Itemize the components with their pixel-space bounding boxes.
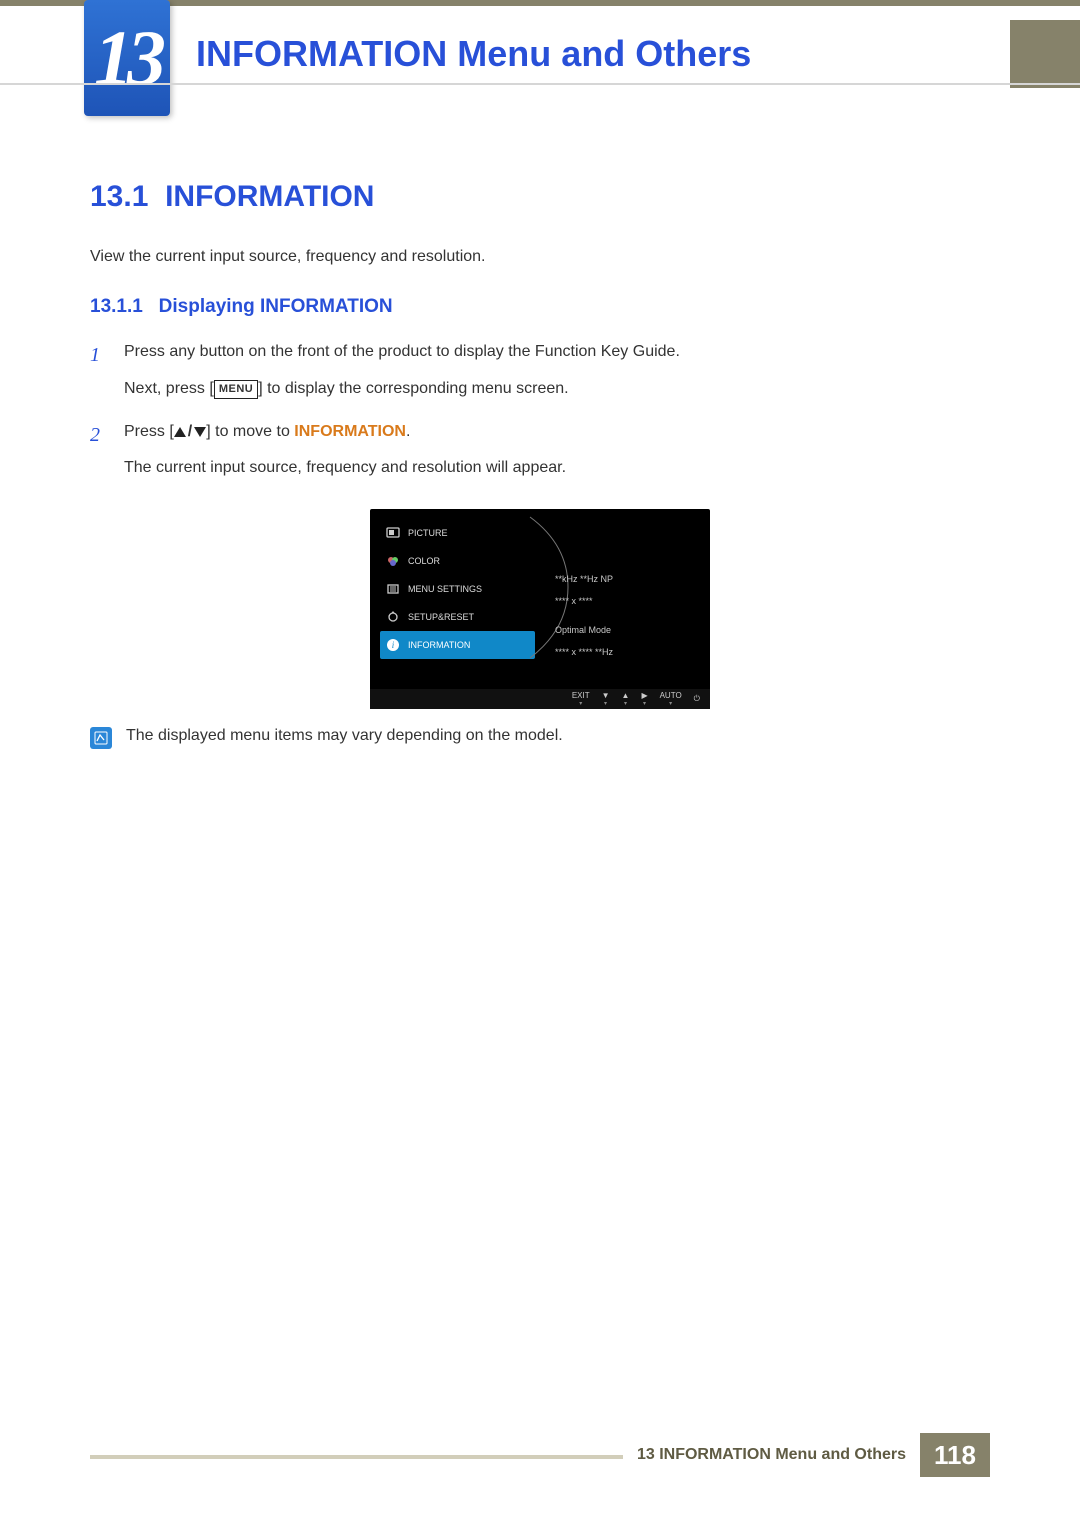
- osd-menu-item-setup-reset: SETUP&RESET: [380, 603, 535, 631]
- osd-menu-label: SETUP&RESET: [408, 612, 474, 622]
- osd-menu-label: COLOR: [408, 556, 440, 566]
- subsection-heading: 13.1.1 Displaying INFORMATION: [90, 296, 990, 318]
- osd-menu-item-information: i INFORMATION: [380, 631, 535, 659]
- osd-menu-list: PICTURE COLOR MENU SETTINGS SETUP&RESET …: [380, 519, 535, 659]
- step-number: 1: [90, 340, 106, 402]
- slash: /: [186, 423, 194, 440]
- osd-footer-enter: ▶▾: [641, 692, 647, 707]
- setup-reset-icon: [386, 610, 400, 624]
- header-divider: [0, 83, 1080, 85]
- step-line: Next, press [MENU] to display the corres…: [124, 377, 990, 402]
- page-number-badge: 118: [920, 1433, 990, 1477]
- step-row: 2 Press [ / ] to move to INFORMATION. The …: [90, 420, 990, 482]
- osd-menu-item-color: COLOR: [380, 547, 535, 575]
- osd-menu-item-menu-settings: MENU SETTINGS: [380, 575, 535, 603]
- information-icon: i: [386, 638, 400, 652]
- header-right-cap: [1010, 20, 1080, 88]
- osd-footer-down: ▼▾: [602, 692, 610, 707]
- osd-menu-label: INFORMATION: [408, 640, 470, 650]
- step-body: Press [ / ] to move to INFORMATION. The cu…: [124, 420, 990, 482]
- note-row: The displayed menu items may vary depend…: [90, 727, 990, 749]
- osd-footer-bar: EXIT▾ ▼▾ ▲▾ ▶▾ AUTO▾ ⏻: [370, 689, 710, 709]
- footer-chapter-title: INFORMATION Menu and Others: [659, 1446, 906, 1463]
- text: ] to display the corresponding menu scre…: [258, 380, 568, 397]
- step-line: The current input source, frequency and …: [124, 456, 990, 481]
- up-arrow-icon: [174, 427, 186, 437]
- text: Press [: [124, 423, 174, 440]
- osd-info-line: Optimal Mode: [555, 620, 700, 642]
- main-content: 13.1 INFORMATION View the current input …: [90, 180, 990, 749]
- chapter-number-badge: 13: [84, 0, 170, 116]
- chapter-header: 13 INFORMATION Menu and Others: [0, 20, 1080, 88]
- section-intro: View the current input source, frequency…: [90, 248, 990, 266]
- osd-footer-auto: AUTO▾: [660, 692, 682, 707]
- osd-menu-item-picture: PICTURE: [380, 519, 535, 547]
- text: ] to move to: [206, 423, 294, 440]
- information-keyword: INFORMATION: [294, 423, 406, 440]
- page-footer: 13 INFORMATION Menu and Others 118: [90, 1433, 990, 1477]
- menu-settings-icon: [386, 582, 400, 596]
- menu-key-icon: MENU: [214, 380, 258, 399]
- osd-screenshot-wrap: PICTURE COLOR MENU SETTINGS SETUP&RESET …: [90, 509, 990, 709]
- osd-footer-exit: EXIT▾: [572, 692, 590, 707]
- step-line: Press any button on the front of the pro…: [124, 340, 990, 365]
- osd-info-line: **** x **** **Hz: [555, 642, 700, 664]
- text: Next, press [: [124, 380, 214, 397]
- step-row: 1 Press any button on the front of the p…: [90, 340, 990, 402]
- footer-rule: [90, 1433, 623, 1477]
- osd-footer-power: ⏻: [694, 695, 700, 703]
- osd-info-line: **** x ****: [555, 591, 700, 613]
- osd-menu-label: PICTURE: [408, 528, 448, 538]
- step-body: Press any button on the front of the pro…: [124, 340, 990, 402]
- osd-screenshot: PICTURE COLOR MENU SETTINGS SETUP&RESET …: [370, 509, 710, 709]
- step-number: 2: [90, 420, 106, 482]
- step-line: Press [ / ] to move to INFORMATION.: [124, 420, 990, 445]
- section-number: 13.1: [90, 180, 148, 213]
- chapter-title: INFORMATION Menu and Others: [170, 20, 1010, 88]
- note-text: The displayed menu items may vary depend…: [126, 727, 563, 745]
- osd-info-panel: **kHz **Hz NP **** x **** Optimal Mode *…: [555, 529, 700, 663]
- section-heading: 13.1 INFORMATION: [90, 180, 990, 214]
- note-icon: [90, 727, 112, 749]
- section-title: INFORMATION: [165, 180, 374, 213]
- down-arrow-icon: [194, 427, 206, 437]
- osd-info-line: **kHz **Hz NP: [555, 569, 700, 591]
- footer-label: 13 INFORMATION Menu and Others: [623, 1446, 920, 1464]
- osd-footer-up: ▲▾: [622, 692, 630, 707]
- subsection-title: Displaying INFORMATION: [159, 296, 393, 317]
- subsection-number: 13.1.1: [90, 296, 143, 317]
- osd-menu-label: MENU SETTINGS: [408, 584, 482, 594]
- color-icon: [386, 554, 400, 568]
- picture-icon: [386, 526, 400, 540]
- footer-chapter-number: 13: [637, 1446, 655, 1463]
- text: .: [406, 423, 410, 440]
